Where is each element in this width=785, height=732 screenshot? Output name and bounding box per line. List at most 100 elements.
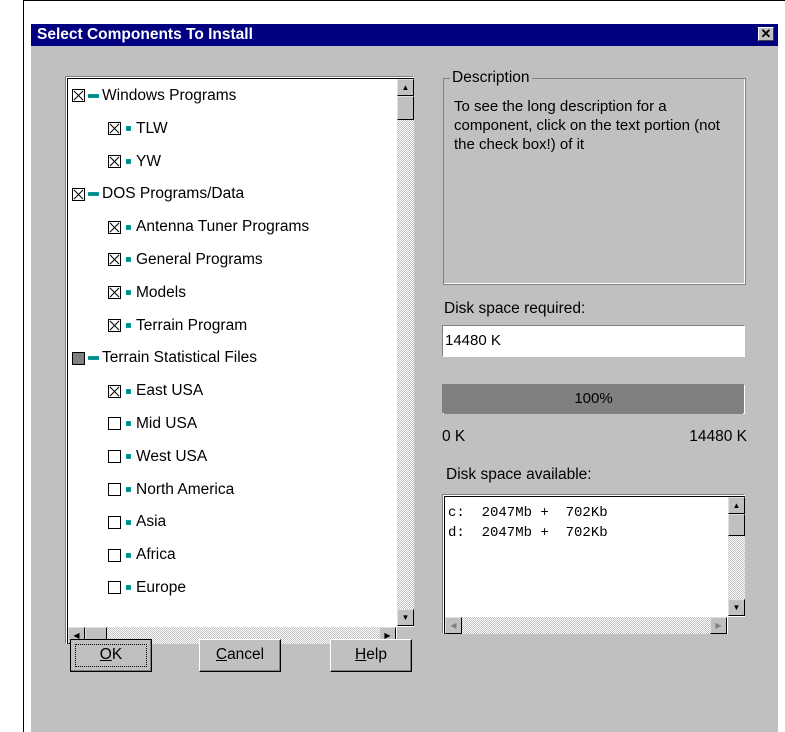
leaf-bullet-icon xyxy=(126,519,131,525)
tree-item[interactable]: Asia xyxy=(108,508,166,536)
leaf-bullet-icon xyxy=(126,487,131,492)
progress-percent: 100% xyxy=(574,390,613,407)
avail-scroll-right-button[interactable]: ▶ xyxy=(710,617,727,634)
tree-item-checkbox[interactable] xyxy=(72,187,85,201)
avail-scroll-up-button[interactable]: ▲ xyxy=(728,497,745,514)
disk-available-list[interactable]: c: 2047Mb + 702Kb d: 2047Mb + 702Kb ▲ ▼ … xyxy=(442,494,745,634)
tree-item-label[interactable]: Terrain Program xyxy=(136,317,247,334)
tree-item[interactable]: Models xyxy=(108,279,186,307)
dialog-title: Select Components To Install xyxy=(37,26,253,43)
tree-item[interactable]: Terrain Program xyxy=(108,312,247,340)
tree-scroll-up-button[interactable]: ▲ xyxy=(397,79,414,96)
avail-scroll-down-button[interactable]: ▼ xyxy=(728,599,745,616)
tree-item-label[interactable]: Terrain Statistical Files xyxy=(102,349,257,366)
tree-item-checkbox[interactable] xyxy=(108,384,121,398)
collapse-icon[interactable] xyxy=(88,192,99,197)
tree-scroll-down-button[interactable]: ▼ xyxy=(397,609,414,626)
tree-item-checkbox[interactable] xyxy=(108,581,121,595)
select-components-dialog: Select Components To Install ✕ Windows P… xyxy=(31,24,778,732)
disk-required-label: Disk space required: xyxy=(444,300,586,317)
tree-item[interactable]: Europe xyxy=(108,574,186,602)
tree-item[interactable]: West USA xyxy=(108,443,207,471)
progress-max-label: 14480 K xyxy=(689,428,747,445)
description-group: Description To see the long description … xyxy=(443,68,746,285)
tree-item-checkbox[interactable] xyxy=(108,155,121,168)
avail-vertical-thumb[interactable] xyxy=(728,514,745,536)
leaf-bullet-icon xyxy=(126,290,131,296)
tree-item-checkbox[interactable] xyxy=(108,122,121,136)
tree-vertical-scrollbar[interactable]: ▲ ▼ xyxy=(397,79,414,626)
avail-scroll-corner xyxy=(728,617,745,634)
cancel-button-label: Cancel xyxy=(215,646,265,663)
tree-item-checkbox[interactable] xyxy=(72,351,85,365)
tree-item[interactable]: Mid USA xyxy=(108,410,197,438)
leaf-bullet-icon xyxy=(126,159,131,164)
avail-vertical-scrollbar[interactable]: ▲ ▼ xyxy=(728,497,745,616)
leaf-bullet-icon xyxy=(126,224,131,230)
tree-item-label[interactable]: DOS Programs/Data xyxy=(102,185,244,202)
collapse-icon[interactable] xyxy=(88,356,99,361)
tree-item-label[interactable]: TLW xyxy=(136,120,168,137)
components-tree[interactable]: Windows Programs TLW YW DOS Programs/Data An… xyxy=(65,76,414,644)
description-text: To see the long description for a compon… xyxy=(454,98,720,153)
tree-item-label[interactable]: Windows Programs xyxy=(102,87,236,104)
tree-item-checkbox[interactable] xyxy=(108,548,121,562)
disk-required-field: 14480 K xyxy=(442,325,745,357)
drive-line-d: d: 2047Mb + 702Kb xyxy=(448,525,608,541)
tree-item-label[interactable]: Models xyxy=(136,284,186,301)
leaf-bullet-icon xyxy=(126,454,131,460)
avail-horizontal-scrollbar[interactable]: ◀ ▶ xyxy=(445,617,727,634)
tree-item-label[interactable]: West USA xyxy=(136,448,207,465)
cancel-button[interactable]: Cancel xyxy=(199,639,281,672)
tree-item[interactable]: General Programs xyxy=(108,246,263,274)
tree-item[interactable]: North America xyxy=(108,476,234,504)
tree-item-checkbox[interactable] xyxy=(108,253,121,267)
tree-item-checkbox[interactable] xyxy=(108,220,121,234)
progress-min-label: 0 K xyxy=(442,428,466,445)
leaf-bullet-icon xyxy=(126,552,131,558)
ok-button-label: OK xyxy=(99,646,123,663)
leaf-bullet-icon xyxy=(126,421,131,427)
tree-item-label[interactable]: Africa xyxy=(136,546,176,563)
components-tree-viewport: Windows Programs TLW YW DOS Programs/Data An… xyxy=(67,78,414,644)
tree-item[interactable]: Windows Programs xyxy=(72,82,236,110)
tree-vertical-thumb[interactable] xyxy=(397,96,414,120)
help-button[interactable]: Help xyxy=(330,639,412,672)
tree-item-checkbox[interactable] xyxy=(108,515,121,529)
leaf-bullet-icon xyxy=(126,126,131,132)
tree-item-checkbox[interactable] xyxy=(108,319,121,332)
tree-item[interactable]: Africa xyxy=(108,541,176,569)
title-bar[interactable]: Select Components To Install ✕ xyxy=(31,24,778,46)
tree-item-label[interactable]: East USA xyxy=(136,382,203,399)
close-icon[interactable]: ✕ xyxy=(758,27,774,41)
tree-item[interactable]: East USA xyxy=(108,377,203,405)
tree-item[interactable]: YW xyxy=(108,148,161,176)
collapse-icon[interactable] xyxy=(88,93,99,98)
disk-available-viewport: c: 2047Mb + 702Kb d: 2047Mb + 702Kb ▲ ▼ … xyxy=(444,496,745,634)
avail-scroll-left-button[interactable]: ◀ xyxy=(445,617,462,634)
tree-item[interactable]: Terrain Statistical Files xyxy=(72,344,257,372)
ok-button[interactable]: OK xyxy=(70,639,152,672)
tree-item-checkbox[interactable] xyxy=(108,483,121,496)
tree-item[interactable]: TLW xyxy=(108,115,168,143)
tree-item-checkbox[interactable] xyxy=(108,417,121,431)
tree-item-label[interactable]: General Programs xyxy=(136,251,263,268)
tree-item-label[interactable]: YW xyxy=(136,153,161,170)
tree-item-checkbox[interactable] xyxy=(72,89,85,103)
tree-item-label[interactable]: Asia xyxy=(136,513,166,530)
tree-item-label[interactable]: Mid USA xyxy=(136,415,197,432)
tree-item-label[interactable]: Europe xyxy=(136,579,186,596)
leaf-bullet-icon xyxy=(126,323,131,328)
tree-item[interactable]: Antenna Tuner Programs xyxy=(108,213,309,241)
tree-item-label[interactable]: North America xyxy=(136,481,234,498)
disk-required-value: 14480 K xyxy=(445,332,501,349)
help-button-label: Help xyxy=(355,646,387,663)
leaf-bullet-icon xyxy=(126,585,131,591)
tree-item-checkbox[interactable] xyxy=(108,450,121,464)
description-group-label: Description xyxy=(450,68,532,88)
leaf-bullet-icon xyxy=(126,257,131,263)
tree-item-checkbox[interactable] xyxy=(108,286,121,300)
disk-available-label: Disk space available: xyxy=(446,466,592,483)
tree-item-label[interactable]: Antenna Tuner Programs xyxy=(136,218,309,235)
tree-item[interactable]: DOS Programs/Data xyxy=(72,180,244,208)
